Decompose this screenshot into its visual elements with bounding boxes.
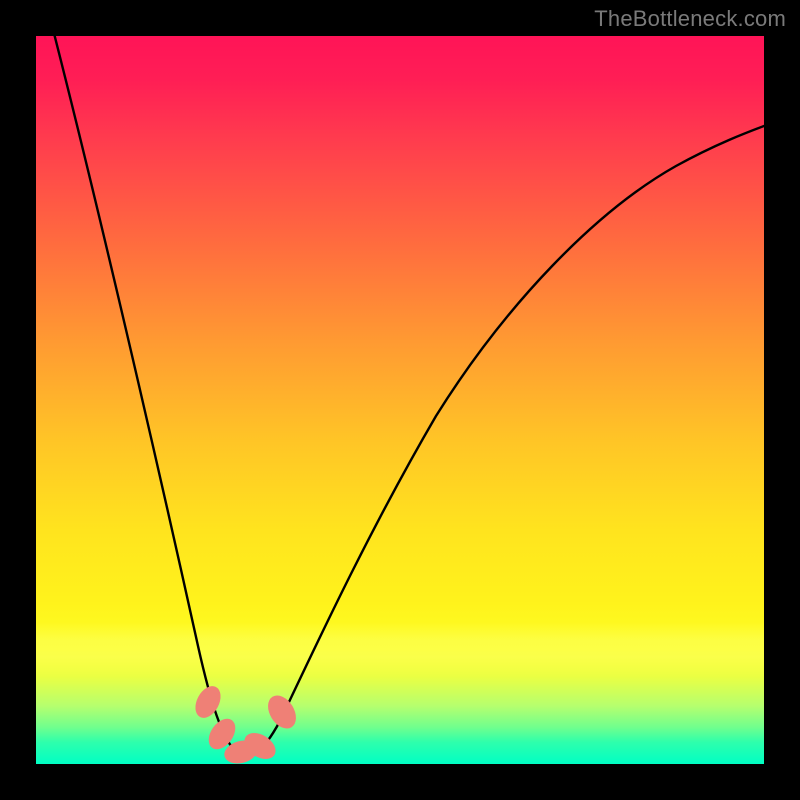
plot-area [36,36,764,764]
chart-frame: TheBottleneck.com [0,0,800,800]
marker-dot [262,690,301,733]
marker-dot [190,682,225,722]
marker-group [190,682,301,764]
bottleneck-curve [47,36,764,756]
watermark-text: TheBottleneck.com [594,6,786,32]
curve-layer [36,36,764,764]
